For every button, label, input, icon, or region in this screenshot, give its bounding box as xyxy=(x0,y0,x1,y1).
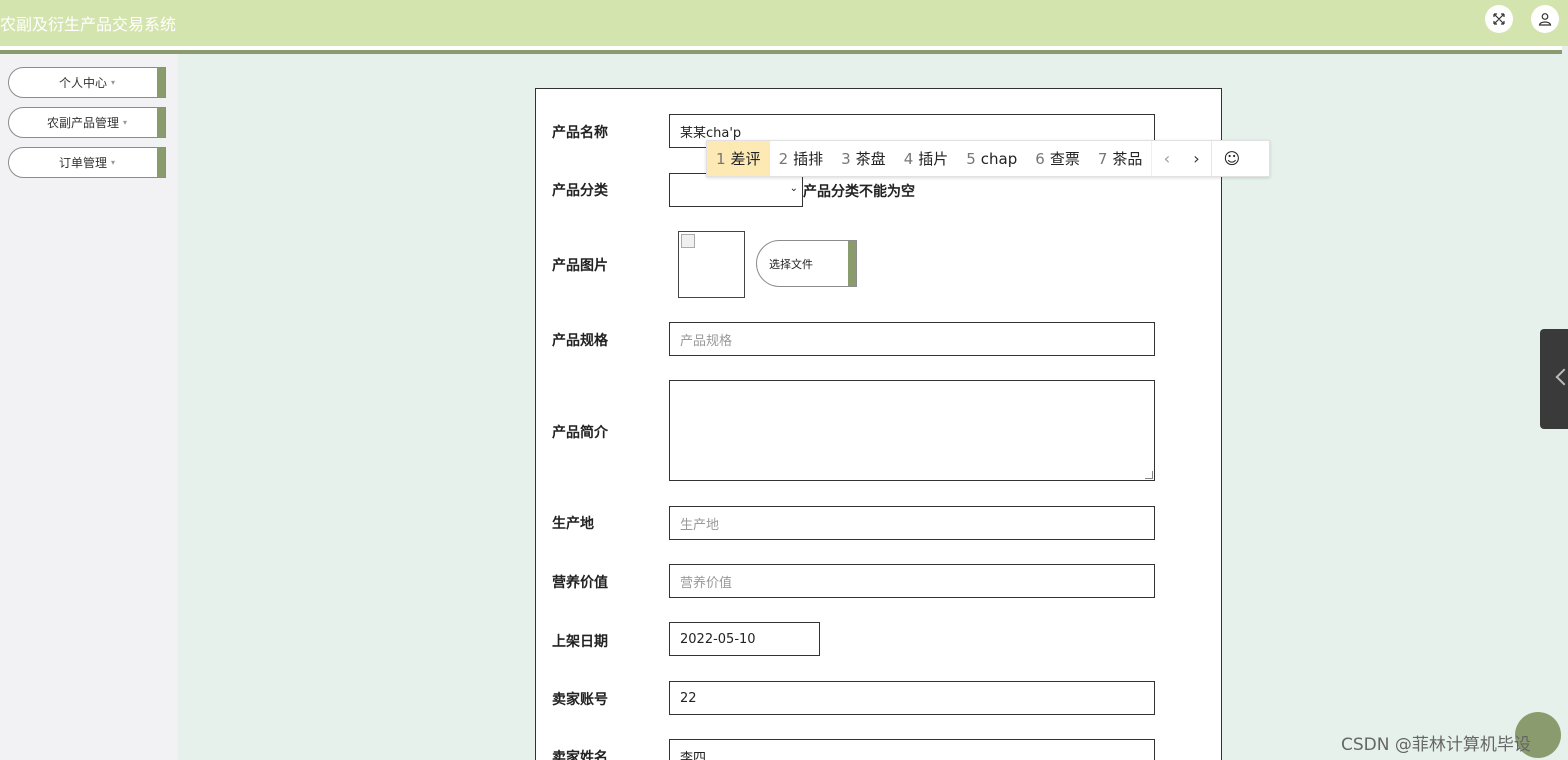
user-icon[interactable] xyxy=(1531,5,1559,33)
nutrition-input[interactable]: 营养价值 xyxy=(669,564,1155,598)
label-product-image: 产品图片 xyxy=(552,258,608,274)
sidebar-item-product-management[interactable]: 农副产品管理 ▾ xyxy=(8,107,166,138)
candidate-number: 7 xyxy=(1097,149,1108,168)
chevron-down-icon: ▾ xyxy=(123,118,128,127)
label-seller-account: 卖家账号 xyxy=(552,692,608,708)
user-icon-glyph xyxy=(1538,13,1552,26)
label-product-name: 产品名称 xyxy=(552,125,608,141)
product-intro-textarea[interactable] xyxy=(669,380,1155,481)
app-title: 农副及衍生产品交易系统 xyxy=(0,15,177,34)
sidebar-item-label: 个人中心 xyxy=(58,76,107,90)
category-error-message: 产品分类不能为空 xyxy=(803,184,915,200)
candidate-text: 差评 xyxy=(730,150,761,168)
seller-account-input[interactable]: 22 xyxy=(669,681,1155,715)
candidate-number: 3 xyxy=(841,149,851,168)
label-product-spec: 产品规格 xyxy=(552,333,608,349)
ime-candidate-bar: 1 差评 2 插排 3 茶盘 4 插片 5 chap 6 查票 7 茶品 ‹ ›… xyxy=(706,140,1270,177)
ime-candidate-3[interactable]: 3 茶盘 xyxy=(832,141,895,176)
sidebar: 个人中心 ▾ 农副产品管理 ▾ 订单管理 ▾ xyxy=(0,54,178,760)
candidate-number: 1 xyxy=(716,149,726,168)
watermark-text: CSDN @菲林计算机毕设 xyxy=(1341,735,1531,755)
sidebar-item-personal-center[interactable]: 个人中心 ▾ xyxy=(8,67,166,98)
sidebar-item-accent xyxy=(157,148,165,177)
side-panel-handle[interactable] xyxy=(1540,329,1568,429)
sidebar-item-accent xyxy=(157,68,165,97)
ime-candidate-5[interactable]: 5 chap xyxy=(957,141,1026,176)
listing-date-input[interactable]: 2022-05-10 xyxy=(669,622,820,656)
sidebar-item-order-management[interactable]: 订单管理 ▾ xyxy=(8,147,166,178)
chevron-left-icon[interactable]: ‹ xyxy=(1151,141,1181,176)
sidebar-item-accent xyxy=(157,108,165,137)
ime-candidate-4[interactable]: 4 插片 xyxy=(895,141,958,176)
seller-name-input[interactable]: 李四 xyxy=(669,739,1155,760)
candidate-text: chap xyxy=(980,149,1018,168)
ime-candidate-1[interactable]: 1 差评 xyxy=(707,141,770,176)
broken-image-icon xyxy=(681,234,695,248)
label-listing-date: 上架日期 xyxy=(552,634,608,650)
label-origin: 生产地 xyxy=(552,516,594,532)
candidate-number: 4 xyxy=(903,149,914,168)
label-product-intro: 产品简介 xyxy=(552,425,608,441)
chevron-right-icon[interactable]: › xyxy=(1181,141,1211,176)
emoji-icon[interactable]: ☺ xyxy=(1211,141,1251,176)
chevron-down-icon: ⌄ xyxy=(789,183,798,194)
ime-candidate-2[interactable]: 2 插排 xyxy=(770,141,833,176)
label-seller-name: 卖家姓名 xyxy=(552,750,608,760)
resize-handle-icon[interactable] xyxy=(1145,471,1153,479)
candidate-text: 查票 xyxy=(1049,150,1080,168)
label-nutrition: 营养价值 xyxy=(552,575,608,591)
label-product-category: 产品分类 xyxy=(552,183,608,199)
choose-file-label: 选择文件 xyxy=(769,257,813,271)
product-category-select[interactable]: ⌄ xyxy=(669,173,803,207)
product-form: 产品名称 某某cha'p 产品分类 ⌄ 产品分类不能为空 产品图片 选择文件 产… xyxy=(535,88,1222,760)
candidate-text: 插片 xyxy=(918,150,949,168)
choose-file-button[interactable]: 选择文件 xyxy=(756,240,857,287)
product-image-preview xyxy=(678,231,745,298)
candidate-number: 2 xyxy=(778,149,789,168)
chevron-left-icon xyxy=(1555,368,1568,386)
top-header: 农副及衍生产品交易系统 xyxy=(0,0,1568,46)
chevron-down-icon: ▾ xyxy=(111,158,116,167)
candidate-number: 5 xyxy=(966,149,976,168)
candidate-text: 插排 xyxy=(793,150,824,168)
fullscreen-icon[interactable] xyxy=(1485,5,1513,33)
sidebar-item-label: 农副产品管理 xyxy=(46,116,119,130)
button-accent xyxy=(848,241,856,286)
sidebar-item-label: 订单管理 xyxy=(58,156,107,170)
candidate-number: 6 xyxy=(1035,149,1045,168)
product-spec-input[interactable]: 产品规格 xyxy=(669,322,1155,356)
origin-input[interactable]: 生产地 xyxy=(669,506,1155,540)
ime-candidate-6[interactable]: 6 查票 xyxy=(1026,141,1089,176)
candidate-text: 茶品 xyxy=(1112,150,1143,168)
candidate-text: 茶盘 xyxy=(855,150,886,168)
chevron-down-icon: ▾ xyxy=(111,78,116,87)
fullscreen-icon-glyph xyxy=(1493,13,1505,25)
ime-candidate-7[interactable]: 7 茶品 xyxy=(1089,141,1152,176)
header-accent-line xyxy=(0,50,1562,54)
